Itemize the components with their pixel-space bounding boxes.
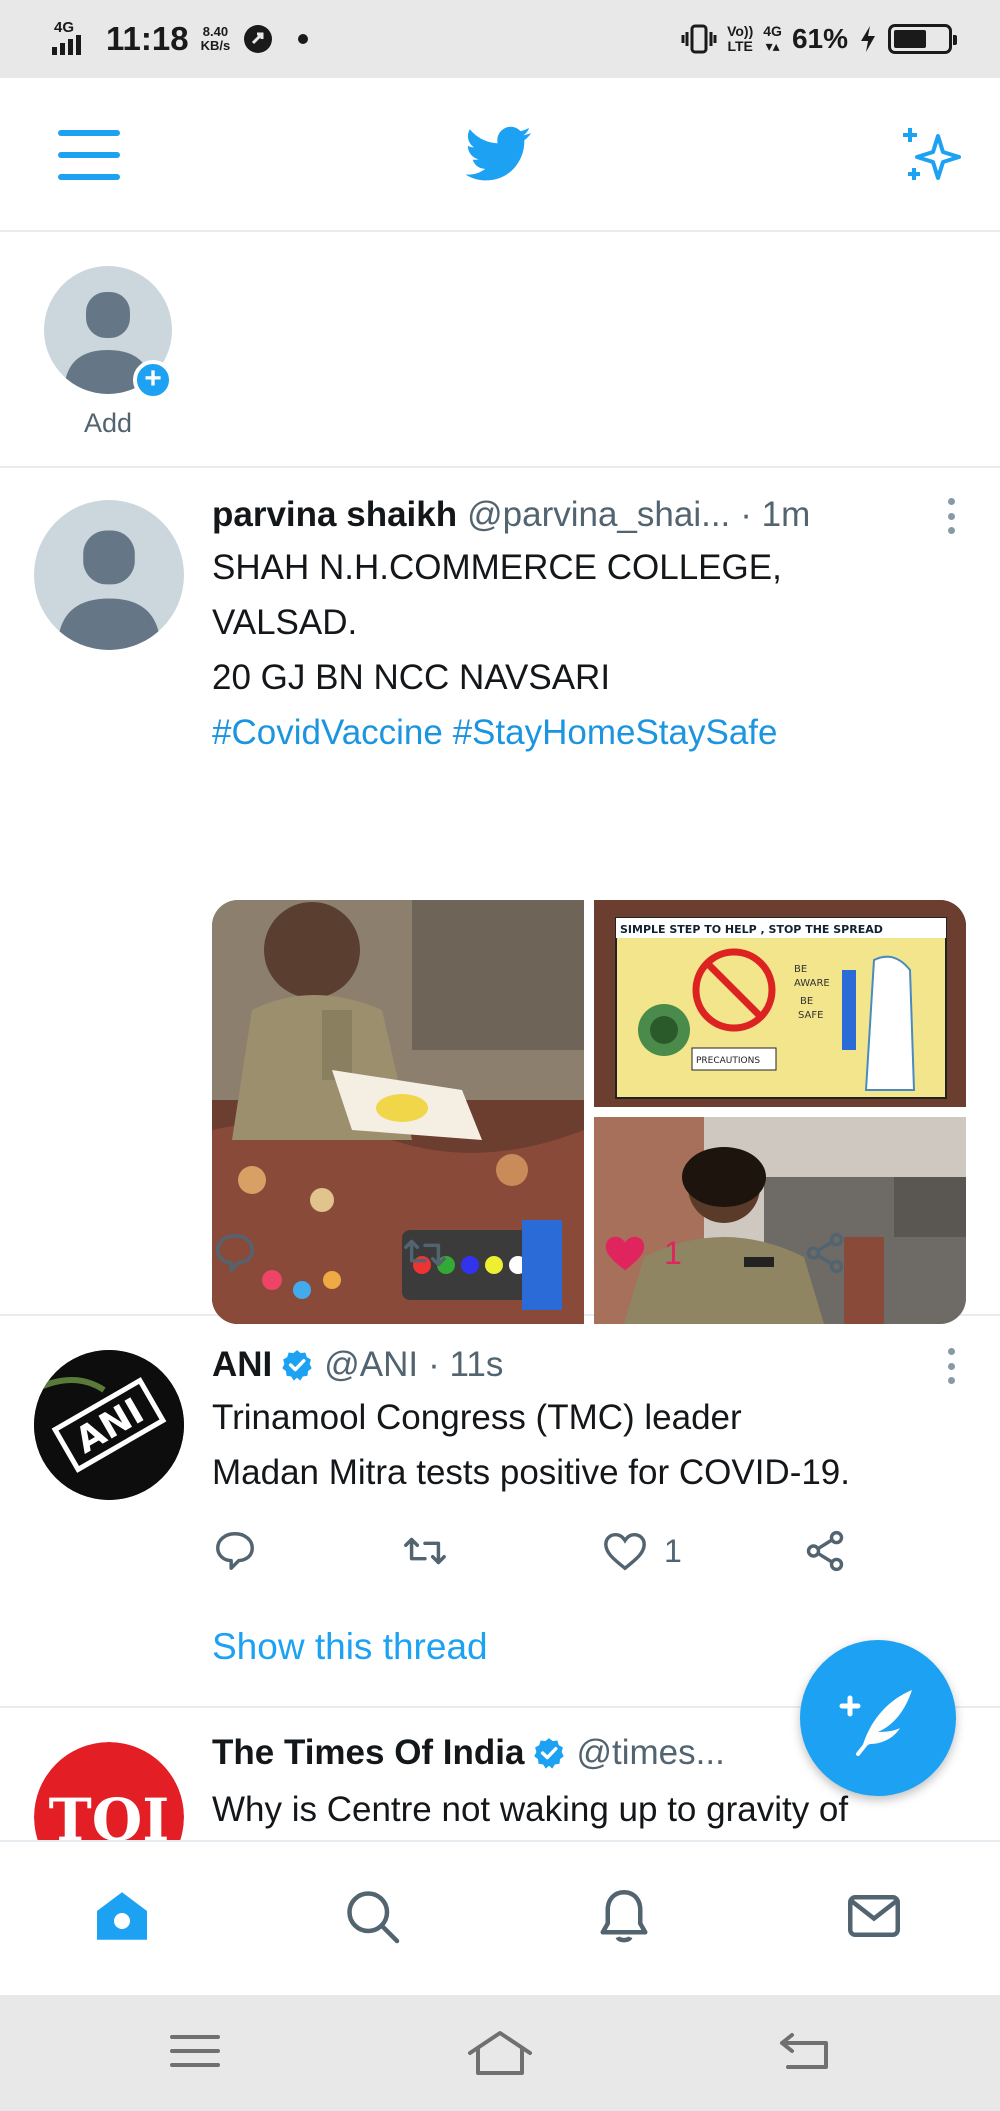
author-name[interactable]: ANI <box>212 1345 272 1385</box>
toi-logo-text: TOI <box>49 1786 170 1840</box>
poster-be-2: BE <box>800 996 813 1007</box>
like-button[interactable]: 1 <box>602 1230 682 1276</box>
battery-percent: 61% <box>791 23 848 54</box>
tweet-text-line: VALSAD. <box>212 603 358 642</box>
poster-safe: SAFE <box>798 1010 823 1021</box>
volte-bottom: LTE <box>727 38 753 54</box>
tweet-text-line: Madan Mitra tests positive for COVID-19. <box>212 1453 850 1492</box>
speed-unit: KB/s <box>200 38 231 53</box>
back-icon[interactable] <box>778 2029 832 2073</box>
poster-be: BE <box>794 964 807 975</box>
compose-tweet-icon <box>839 1690 912 1756</box>
person-icon <box>57 530 161 650</box>
author-handle: @parvina_shai... <box>467 495 731 534</box>
heart-icon <box>604 1532 646 1571</box>
more-options-icon[interactable] <box>948 1348 958 1384</box>
reply-icon <box>216 1234 254 1272</box>
add-fleet-button[interactable]: + Add <box>44 266 173 439</box>
poster-precautions: PRECAUTIONS <box>696 1056 760 1066</box>
recent-apps-icon[interactable] <box>168 2029 222 2073</box>
data-saver-icon <box>244 25 273 53</box>
signal-icon: 4G <box>52 19 94 59</box>
verified-badge-icon <box>282 1350 313 1381</box>
tweet-time: · 1m <box>740 495 811 534</box>
bell-icon[interactable] <box>594 1886 654 1946</box>
add-fleet-label: Add <box>83 408 133 438</box>
tweet-text: Trinamool Congress (TMC) leader Madan Mi… <box>212 1390 970 1500</box>
tweet-header: ANI @ANI · 11s <box>212 1340 940 1390</box>
toi-logo: TOI <box>34 1742 184 1840</box>
like-count: 1 <box>664 1234 682 1271</box>
mail-icon[interactable] <box>844 1886 904 1946</box>
network-type-2-label: 4G <box>763 23 782 39</box>
photo-poster[interactable]: SIMPLE STEP TO HELP , STOP THE SPREAD BE… <box>594 900 966 1107</box>
like-button[interactable]: 1 <box>602 1528 682 1574</box>
author-name[interactable]: parvina shaikh <box>212 495 457 535</box>
retweet-button[interactable] <box>402 1528 448 1574</box>
sparkle-icon[interactable] <box>898 122 966 188</box>
network-type-2: 4G ▾▴ <box>763 24 782 54</box>
plus-icon: + <box>133 360 173 400</box>
share-button[interactable] <box>802 1230 848 1276</box>
poster-aware: AWARE <box>794 978 830 989</box>
network-type: 4G <box>54 19 75 36</box>
tweet[interactable]: parvina shaikh @parvina_shai... · 1m SHA… <box>0 468 1000 1324</box>
tweet-time: · 11s <box>428 1345 504 1384</box>
tweet-actions: 1 <box>212 1230 872 1290</box>
avatar[interactable]: TOI <box>34 1742 184 1840</box>
author-handle: @ANI <box>324 1345 419 1384</box>
tweet-text-line: SHAH N.H.COMMERCE COLLEGE, <box>212 548 782 587</box>
heart-filled-icon <box>605 1236 645 1271</box>
tweet-text: SHAH N.H.COMMERCE COLLEGE, VALSAD. 20 GJ… <box>212 540 970 760</box>
tweet-header: The Times Of India @times... <box>212 1728 850 1778</box>
tweet-text-line: 20 GJ BN NCC NAVSARI <box>212 658 611 697</box>
clock: 11:18 <box>106 20 189 57</box>
tweet-text-line: Trinamool Congress (TMC) leader <box>212 1398 742 1437</box>
fleets-row: + Add <box>0 232 1000 468</box>
ani-logo: ANI <box>34 1350 184 1500</box>
compose-tweet-button[interactable] <box>800 1640 956 1796</box>
vibrate-icon <box>681 24 717 54</box>
avatar[interactable]: ANI <box>34 1350 184 1500</box>
system-navigation-bar <box>0 1995 1000 2111</box>
home-icon[interactable] <box>92 1886 152 1946</box>
reply-button[interactable] <box>212 1230 258 1276</box>
twitter-bird-icon <box>466 126 531 181</box>
notification-dot-icon <box>298 34 309 44</box>
author-name[interactable]: The Times Of India <box>212 1733 524 1773</box>
reply-button[interactable] <box>212 1528 258 1574</box>
volte-top: Vo)) <box>727 23 754 39</box>
battery-fill <box>894 30 926 48</box>
tweet-header: parvina shaikh @parvina_shai... · 1m <box>212 490 940 540</box>
author-handle: @times... <box>576 1733 725 1772</box>
charging-icon <box>861 26 875 52</box>
share-icon <box>806 1530 844 1572</box>
volte-indicator: Vo)) LTE <box>727 24 753 54</box>
retweet-icon <box>404 1239 446 1267</box>
retweet-icon <box>404 1537 446 1565</box>
more-options-icon[interactable] <box>948 498 958 534</box>
poster-header: SIMPLE STEP TO HELP , STOP THE SPREAD <box>620 923 883 936</box>
reply-icon <box>216 1532 254 1570</box>
like-count: 1 <box>664 1532 682 1569</box>
share-icon <box>806 1232 844 1274</box>
photo-cadet-portrait[interactable] <box>594 1117 966 1324</box>
hashtags[interactable]: #CovidVaccine #StayHomeStaySafe <box>212 705 970 760</box>
home-system-icon[interactable] <box>466 2029 534 2079</box>
share-button[interactable] <box>802 1528 848 1574</box>
data-arrows-icon: ▾▴ <box>765 38 780 54</box>
network-speed: 8.40 KB/s <box>201 25 231 53</box>
search-icon[interactable] <box>342 1886 402 1946</box>
status-bar: 4G 11:18 8.40 KB/s Vo)) LTE 4G ▾▴ 61% <box>0 0 1000 78</box>
show-thread-link[interactable]: Show this thread <box>212 1626 488 1668</box>
verified-badge-icon <box>534 1738 565 1769</box>
tweet-actions: 1 <box>212 1528 872 1588</box>
bottom-navigation <box>0 1840 1000 1995</box>
menu-icon[interactable] <box>58 130 120 180</box>
retweet-button[interactable] <box>402 1230 448 1276</box>
avatar[interactable] <box>34 500 184 650</box>
battery-icon <box>888 24 957 54</box>
speed-value: 8.40 <box>202 24 229 39</box>
top-app-bar <box>0 78 1000 232</box>
